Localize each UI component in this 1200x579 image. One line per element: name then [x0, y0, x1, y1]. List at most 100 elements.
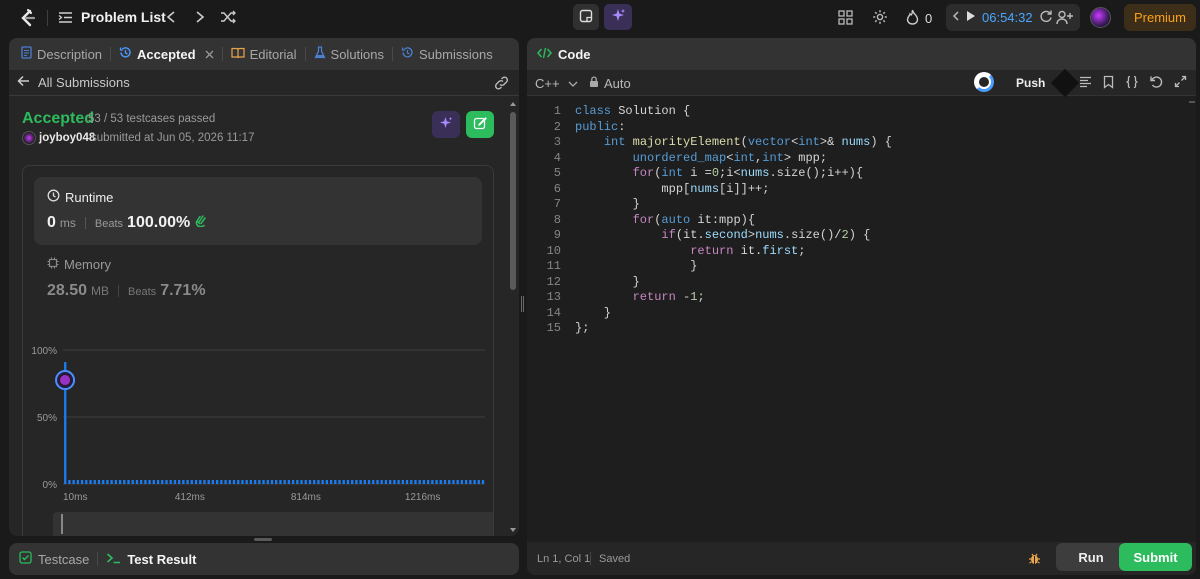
chart-bar[interactable]	[249, 479, 253, 484]
chevron-right-icon[interactable]	[194, 10, 206, 24]
chart-bar[interactable]	[308, 479, 312, 484]
user-avatar[interactable]	[22, 131, 36, 145]
chevron-left-icon[interactable]	[952, 10, 960, 25]
chart-bar[interactable]	[452, 479, 455, 484]
chart-bar[interactable]	[203, 479, 206, 484]
chart-bar[interactable]	[346, 479, 350, 484]
chart-bar[interactable]	[152, 479, 155, 484]
ai-assistant-button[interactable]	[604, 4, 632, 30]
chart-bar[interactable]	[110, 479, 113, 484]
chart-bar[interactable]	[414, 479, 417, 484]
tab-solutions[interactable]: Solutions	[306, 38, 392, 70]
leetcode-logo[interactable]	[18, 8, 38, 28]
chart-bar[interactable]	[194, 479, 198, 484]
panel-resize-handle[interactable]	[520, 296, 525, 312]
reset-icon[interactable]	[1039, 9, 1053, 26]
chart-bar[interactable]	[279, 479, 282, 484]
chart-bar[interactable]	[464, 479, 468, 484]
add-user-icon[interactable]	[1056, 10, 1073, 25]
language-select[interactable]: C++	[535, 76, 578, 91]
chart-bar[interactable]	[262, 479, 265, 484]
horizontal-resize-handle[interactable]	[254, 538, 272, 541]
chart-bar[interactable]	[405, 479, 409, 484]
chart-bar[interactable]	[118, 479, 122, 484]
edit-note-button[interactable]	[466, 111, 494, 138]
submit-button[interactable]: Submit	[1119, 543, 1192, 571]
format-spinner[interactable]	[974, 72, 994, 92]
chart-bar[interactable]	[182, 479, 185, 484]
chart-bar[interactable]	[207, 479, 210, 484]
chart-bar[interactable]	[355, 479, 358, 484]
chart-bar[interactable]	[296, 479, 299, 484]
premium-button[interactable]: Premium	[1124, 4, 1196, 31]
expand-icon[interactable]	[1174, 75, 1187, 91]
run-button[interactable]: Run	[1056, 543, 1126, 571]
chevron-left-icon[interactable]	[165, 10, 177, 24]
chart-bar[interactable]	[215, 479, 219, 484]
chart-bar[interactable]	[148, 479, 151, 484]
link-icon[interactable]	[494, 76, 509, 93]
chart-bar[interactable]	[418, 479, 421, 484]
chart-bar[interactable]	[173, 479, 177, 484]
chart-bar[interactable]	[177, 479, 181, 484]
chart-bar[interactable]	[325, 479, 329, 484]
chart-bar[interactable]	[334, 479, 337, 484]
chart-bar[interactable]	[106, 479, 109, 484]
chart-bar[interactable]	[68, 479, 71, 484]
chart-bar[interactable]	[443, 479, 447, 484]
runtime-distribution-chart[interactable]: 100%50%0%10ms 412ms 814ms 1216ms10ms 412ms 81…	[23, 316, 493, 536]
notes-button[interactable]	[573, 4, 599, 30]
chart-bar[interactable]	[211, 479, 215, 484]
chart-bar[interactable]	[190, 479, 193, 484]
chart-bar[interactable]	[283, 479, 286, 484]
chart-bar[interactable]	[473, 479, 476, 484]
chart-bar[interactable]	[351, 479, 354, 484]
chart-bar[interactable]	[439, 479, 442, 484]
chart-bar[interactable]	[477, 479, 480, 484]
tab-testcase[interactable]: Testcase	[19, 551, 89, 567]
chart-bar[interactable]	[93, 479, 96, 484]
chart-bar[interactable]	[384, 479, 388, 484]
chart-bar[interactable]	[156, 479, 160, 484]
chart-bar[interactable]	[127, 479, 130, 484]
memory-box[interactable]: Memory 28.50 MB Beats 7.71%	[34, 248, 482, 310]
chart-bar[interactable]	[397, 479, 400, 484]
chart-bar[interactable]	[123, 479, 126, 484]
chart-bar[interactable]	[426, 479, 430, 484]
chart-bar[interactable]	[258, 479, 261, 484]
chart-bar[interactable]	[80, 479, 84, 484]
notes-icon[interactable]	[1079, 76, 1092, 91]
chart-bar[interactable]	[431, 479, 434, 484]
chart-bar[interactable]	[372, 479, 375, 484]
chart-bar[interactable]	[481, 479, 485, 484]
chart-bar[interactable]	[199, 479, 202, 484]
runtime-box[interactable]: Runtime 0 ms Beats 100.00%	[34, 177, 482, 245]
layout-icon[interactable]	[838, 10, 853, 25]
gear-icon[interactable]	[872, 9, 888, 25]
bug-icon[interactable]	[1027, 551, 1042, 569]
chart-bar[interactable]	[220, 479, 223, 484]
auto-mode[interactable]: Auto	[589, 76, 631, 91]
chart-bar[interactable]	[97, 479, 101, 484]
chart-bar[interactable]	[89, 479, 92, 484]
chart-bar[interactable]	[363, 479, 366, 484]
braces-icon[interactable]	[1125, 75, 1139, 92]
chart-bar[interactable]	[393, 479, 396, 484]
chart-bar[interactable]	[291, 479, 295, 484]
chart-bar[interactable]	[102, 479, 105, 484]
tab-accepted[interactable]: Accepted	[111, 38, 222, 70]
chart-bar[interactable]	[270, 479, 274, 484]
chart-bar[interactable]	[287, 479, 291, 484]
chart-bar[interactable]	[228, 479, 231, 484]
chart-bar[interactable]	[321, 479, 324, 484]
chart-bar[interactable]	[410, 479, 413, 484]
chart-bar[interactable]	[144, 479, 147, 484]
chart-bar[interactable]	[448, 479, 451, 484]
chart-bar[interactable]	[388, 479, 392, 484]
tab-test-result[interactable]: Test Result	[106, 552, 196, 567]
chart-bar[interactable]	[140, 479, 143, 484]
range-brush[interactable]	[53, 512, 493, 536]
chart-bar[interactable]	[245, 479, 248, 484]
chart-bar[interactable]	[114, 479, 118, 484]
problem-list-button[interactable]: Problem List	[58, 9, 166, 25]
